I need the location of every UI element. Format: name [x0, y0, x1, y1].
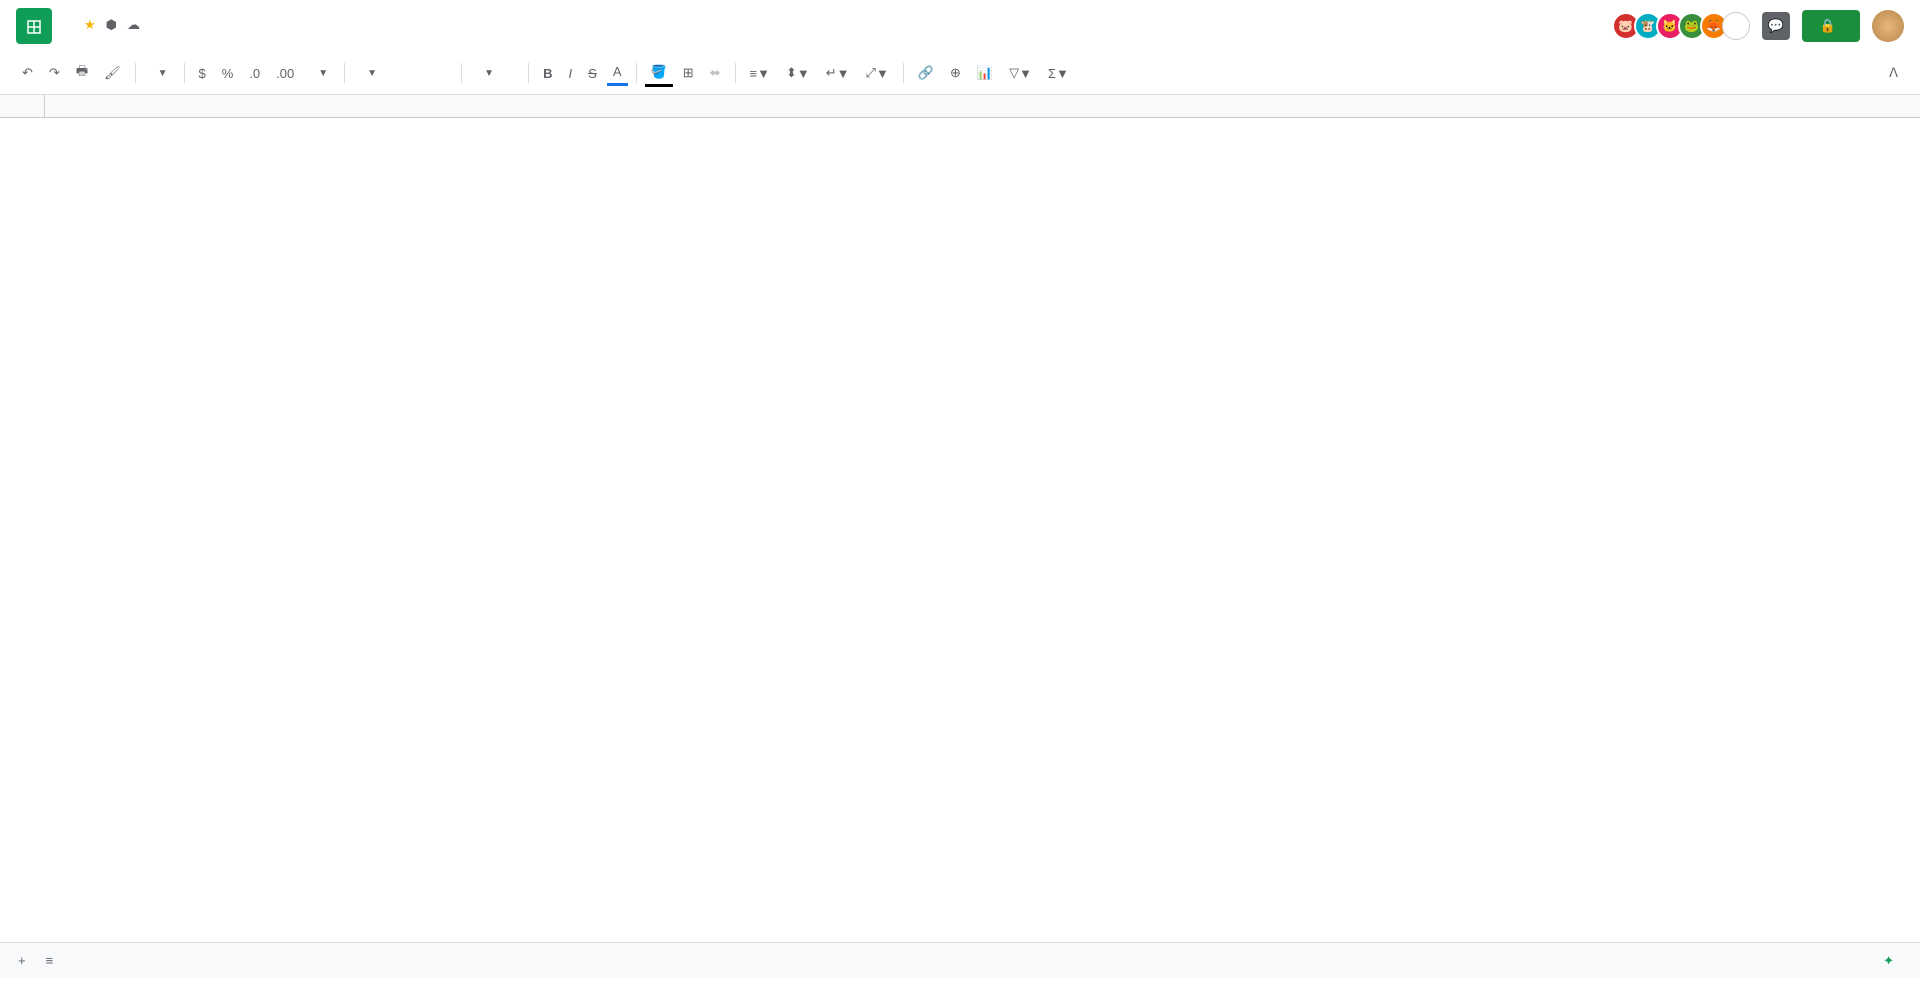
- share-button[interactable]: 🔒: [1802, 10, 1860, 42]
- strike-icon[interactable]: S: [582, 62, 603, 85]
- collaborator-avatars[interactable]: 🐷 🐮 🐱 🐸 🦊: [1618, 12, 1750, 40]
- link-icon[interactable]: 🔗: [912, 61, 940, 85]
- wrap-icon[interactable]: ↵▼: [820, 61, 856, 85]
- toolbar: ↶ ↷ 🖶 🖌 ▼ $ % .0 .00 ▼ ▼ ▼ B I S A 🪣 ⊞ ⬌…: [0, 52, 1920, 95]
- chart-icon[interactable]: 📊: [971, 61, 999, 85]
- filter-icon[interactable]: ▽▼: [1003, 61, 1038, 85]
- decrease-decimal-icon[interactable]: .0: [243, 62, 266, 85]
- borders-icon[interactable]: ⊞: [677, 61, 700, 85]
- explore-button[interactable]: ✦: [1871, 947, 1912, 975]
- profile-avatar[interactable]: [1872, 10, 1904, 42]
- lock-icon: 🔒: [1820, 18, 1836, 34]
- font-size[interactable]: ▼: [470, 64, 520, 83]
- comment-icon[interactable]: ⊕: [944, 61, 967, 85]
- print-icon[interactable]: 🖶: [70, 58, 94, 88]
- merge-icon[interactable]: ⬌: [704, 61, 727, 85]
- increase-decimal-icon[interactable]: .00: [270, 62, 300, 85]
- zoom-select[interactable]: ▼: [144, 64, 176, 83]
- paint-format-icon[interactable]: 🖌: [98, 61, 127, 85]
- comments-icon[interactable]: 💬: [1762, 12, 1790, 40]
- percent-icon[interactable]: %: [216, 62, 240, 85]
- h-align-icon[interactable]: ≡▼: [744, 62, 776, 85]
- bold-icon[interactable]: B: [537, 62, 558, 85]
- functions-icon[interactable]: Σ▼: [1042, 62, 1075, 85]
- rotate-icon[interactable]: ⤢▼: [860, 61, 895, 85]
- collapse-toolbar-icon[interactable]: ᐱ: [1883, 61, 1904, 85]
- sheets-logo-icon[interactable]: [16, 8, 52, 44]
- star-icon[interactable]: ★: [84, 17, 96, 33]
- sheet-tabs: + ≡ ✦: [0, 942, 1920, 978]
- all-sheets-icon[interactable]: ≡: [36, 947, 64, 974]
- title-bar: ★ ⬢ ☁ 🐷 🐮 🐱 🐸 🦊 💬 🔒: [0, 0, 1920, 52]
- v-align-icon[interactable]: ⬍▼: [780, 61, 816, 85]
- currency-icon[interactable]: $: [193, 62, 212, 85]
- font-select[interactable]: ▼: [353, 64, 453, 83]
- text-color-icon[interactable]: A: [607, 60, 628, 86]
- explore-icon: ✦: [1883, 953, 1894, 969]
- move-icon[interactable]: ⬢: [106, 17, 117, 33]
- italic-icon[interactable]: I: [563, 62, 579, 85]
- cloud-icon[interactable]: ☁: [127, 17, 140, 33]
- redo-icon[interactable]: ↷: [43, 61, 66, 85]
- add-sheet-icon[interactable]: +: [8, 947, 36, 974]
- format-select[interactable]: ▼: [304, 64, 336, 83]
- doc-title[interactable]: [64, 23, 76, 27]
- spreadsheet-grid[interactable]: [0, 95, 1920, 942]
- fill-color-icon[interactable]: 🪣: [645, 60, 673, 87]
- undo-icon[interactable]: ↶: [16, 61, 39, 85]
